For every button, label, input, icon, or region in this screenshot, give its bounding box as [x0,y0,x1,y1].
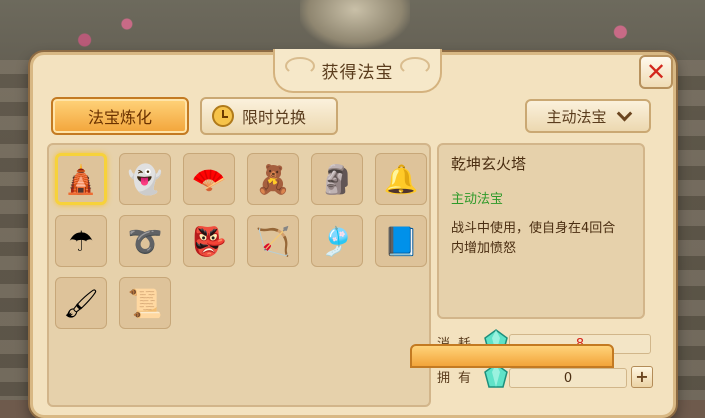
treasure-slot-gong-bell[interactable]: 🎐 [311,215,363,267]
treasure-name: 乾坤玄火塔 [451,155,527,173]
voodoo-doll-icon: 🧸 [255,162,291,196]
fan-sword-icon: 🪭 [191,162,227,196]
tab-limited-exchange[interactable]: 限时兑换 [200,97,338,135]
tab-label: 限时兑换 [242,108,307,127]
painting-scroll-icon: 📜 [127,286,163,320]
treasure-grid: 🛕 👻 🪭 🧸 🗿 🔔 ☂ ➰ 👺 🏹 🎐 📘 🖌 📜 [47,143,431,407]
mask-crown-icon: 👺 [191,224,227,258]
chevron-down-icon [616,105,632,121]
golden-pagoda-icon: 🛕 [63,162,99,196]
treasure-slot-bell[interactable]: 🔔 [375,153,427,205]
ghost-scroll-icon: 👻 [127,162,163,196]
treasure-slot-painting-scroll[interactable]: 📜 [119,277,171,329]
tab-label: 法宝炼化 [87,108,152,127]
treasure-slot-golden-pagoda[interactable]: 🛕 [55,153,107,205]
gong-bell-icon: 🎐 [319,224,355,258]
close-icon: ✕ [645,58,667,86]
treasure-slot-bow[interactable]: 🏹 [247,215,299,267]
own-label: 拥有 [437,371,480,386]
own-row: 拥有 0 + [437,363,653,389]
umbrella-icon: ☂ [68,224,94,258]
treasure-type: 主动法宝 [451,192,504,207]
bell-icon: 🔔 [383,162,419,196]
dropdown-selected-value: 主动法宝 [546,107,607,126]
book-icon: 📘 [383,224,419,258]
refine-button[interactable] [410,344,614,368]
treasure-slot-brush[interactable]: 🖌 [55,277,107,329]
background-wall-left [0,60,34,400]
swirl-ornament-icon [400,57,430,75]
treasure-slot-voodoo-doll[interactable]: 🧸 [247,153,299,205]
treasure-description: 战斗中使用，使自身在4回合内增加愤怒 [451,221,616,256]
treasure-slot-rope[interactable]: ➰ [119,215,171,267]
plus-icon: + [635,367,649,386]
swirl-ornament-icon [285,57,315,75]
close-button[interactable]: ✕ [639,55,673,89]
bow-icon: 🏹 [255,224,291,258]
add-currency-button[interactable]: + [631,366,653,388]
treasure-slot-ghost-scroll[interactable]: 👻 [119,153,171,205]
tab-treasure-refine[interactable]: 法宝炼化 [51,97,189,135]
treasure-detail-panel: 乾坤玄火塔 主动法宝 战斗中使用，使自身在4回合内增加愤怒 [437,143,645,319]
dialog-title-tab: 获得法宝 [273,49,442,93]
treasure-slot-fan-sword[interactable]: 🪭 [183,153,235,205]
brush-icon: 🖌 [63,286,99,320]
treasure-slot-mask-crown[interactable]: 👺 [183,215,235,267]
own-value: 0 [509,368,627,388]
dialog-title: 获得法宝 [321,62,394,83]
treasure-slot-seal-stamp[interactable]: 🗿 [311,153,363,205]
treasure-slot-umbrella[interactable]: ☂ [55,215,107,267]
rope-icon: ➰ [127,224,163,258]
background-ornament [300,0,410,48]
treasure-slot-book[interactable]: 📘 [375,215,427,267]
clock-icon [212,105,234,127]
seal-stamp-icon: 🗿 [319,162,355,196]
treasure-type-dropdown[interactable]: 主动法宝 [525,99,651,133]
